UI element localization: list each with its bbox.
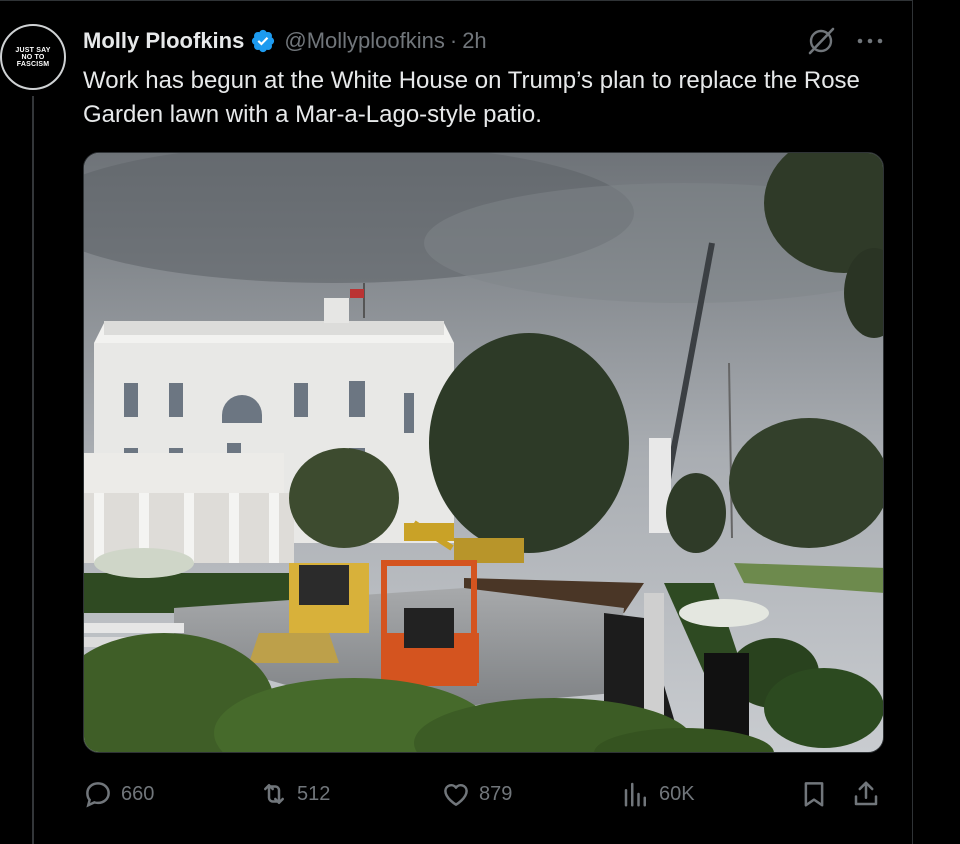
more-horizontal-icon[interactable] bbox=[856, 36, 884, 46]
thread-line bbox=[32, 96, 34, 844]
reply-icon bbox=[86, 782, 110, 808]
repost-count: 512 bbox=[297, 782, 331, 805]
author-name[interactable]: Molly Ploofkins bbox=[83, 28, 244, 54]
reply-button[interactable]: 660 bbox=[83, 774, 154, 814]
views-button[interactable]: 60K bbox=[621, 774, 695, 814]
reply-count: 660 bbox=[121, 782, 155, 805]
views-chart-icon bbox=[624, 782, 646, 807]
repost-button[interactable]: 512 bbox=[259, 774, 330, 814]
heart-icon bbox=[444, 783, 468, 806]
avatar[interactable]: JUST SAY NO TO FASCISM bbox=[0, 24, 66, 90]
top-divider bbox=[0, 0, 912, 1]
grok-icon[interactable] bbox=[806, 26, 836, 56]
bookmark-icon bbox=[804, 782, 824, 807]
photo-white-house-construction bbox=[84, 153, 883, 752]
view-count: 60K bbox=[659, 782, 695, 805]
bookmark-button[interactable] bbox=[799, 774, 837, 814]
verified-badge-icon bbox=[252, 29, 275, 53]
post-header: Molly Ploofkins @Mollyploofkins · 2h bbox=[83, 27, 487, 55]
like-count: 879 bbox=[479, 782, 513, 805]
share-button[interactable] bbox=[851, 774, 889, 814]
separator-dot: · bbox=[449, 28, 458, 53]
column-border bbox=[912, 0, 913, 844]
share-icon bbox=[854, 781, 878, 806]
like-button[interactable]: 879 bbox=[441, 774, 512, 814]
action-bar: 660 512 879 60K bbox=[83, 774, 883, 814]
author-handle[interactable]: @Mollyploofkins bbox=[284, 28, 445, 54]
post-photo[interactable] bbox=[83, 152, 884, 753]
repost-icon bbox=[264, 784, 284, 804]
avatar-text: JUST SAY NO TO FASCISM bbox=[15, 46, 51, 68]
post-text: Work has begun at the White House on Tru… bbox=[83, 67, 860, 128]
post-time[interactable]: 2h bbox=[462, 28, 486, 54]
